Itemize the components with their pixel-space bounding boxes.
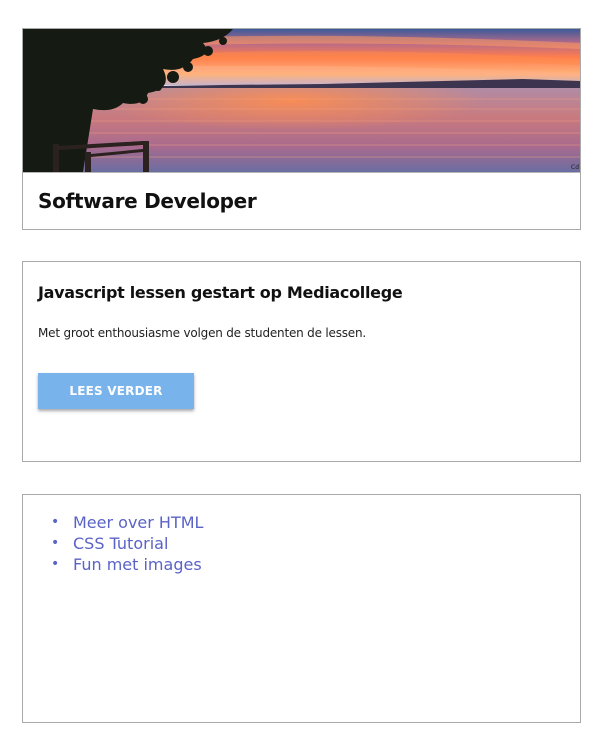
list-item: • Meer over HTML — [51, 512, 203, 533]
list-item: • CSS Tutorial — [51, 533, 203, 554]
list-item: • Fun met images — [51, 554, 203, 575]
link-html[interactable]: Meer over HTML — [73, 513, 203, 532]
bullet-icon: • — [51, 556, 60, 572]
link-images[interactable]: Fun met images — [73, 555, 202, 574]
svg-text:Cd: Cd — [571, 164, 579, 171]
page-title: Software Developer — [38, 189, 257, 213]
bullet-icon: • — [51, 514, 60, 530]
links-card: • Meer over HTML • CSS Tutorial • Fun me… — [22, 494, 581, 723]
bullet-icon: • — [51, 535, 60, 551]
hero-image: Cd — [23, 29, 580, 173]
link-css-tutorial[interactable]: CSS Tutorial — [73, 534, 168, 553]
news-title: Javascript lessen gestart op Mediacolleg… — [38, 283, 403, 302]
news-text: Met groot enthousiasme volgen de student… — [38, 326, 366, 340]
news-card: Javascript lessen gestart op Mediacolleg… — [22, 261, 581, 462]
read-more-button[interactable]: LEES VERDER — [38, 373, 194, 409]
link-list: • Meer over HTML • CSS Tutorial • Fun me… — [51, 512, 203, 575]
header-card: Cd Software Developer — [22, 28, 581, 230]
